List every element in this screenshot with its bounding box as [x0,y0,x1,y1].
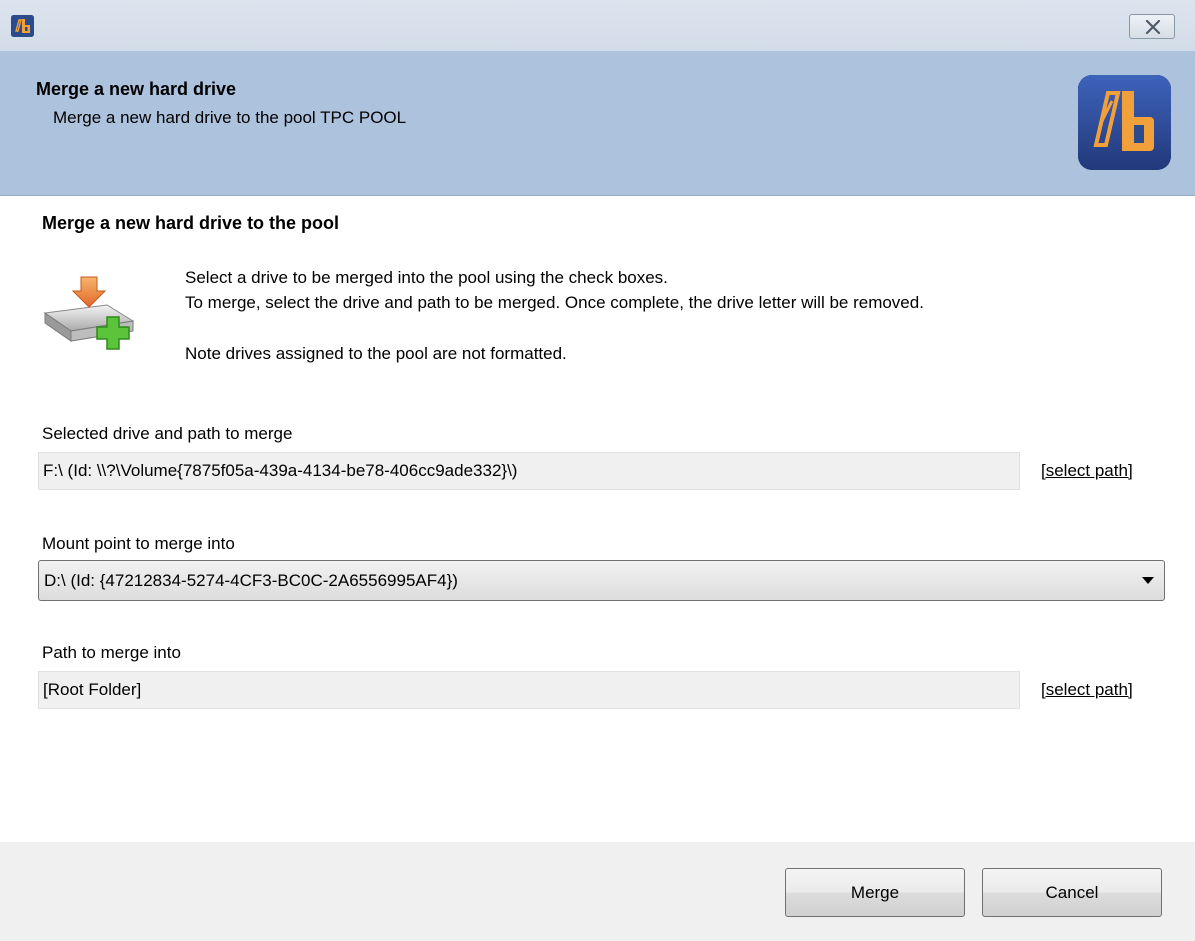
mount-point-label: Mount point to merge into [42,534,235,553]
merge-drive-dialog: Merge a new hard drive Merge a new hard … [0,0,1195,941]
selected-drive-label: Selected drive and path to merge [42,424,293,443]
select-path-link-target[interactable]: [select path] [1041,680,1133,700]
description: Select a drive to be merged into the poo… [185,265,924,366]
drivepool-logo-icon [1078,75,1171,170]
cancel-button[interactable]: Cancel [982,868,1162,917]
chevron-down-icon[interactable] [1142,577,1154,584]
merge-button[interactable]: Merge [785,868,965,917]
path-into-field[interactable]: [Root Folder] [38,671,1020,709]
description-line-2: To merge, select the drive and path to b… [185,293,924,312]
header-title: Merge a new hard drive [36,79,237,99]
select-path-link-source[interactable]: [select path] [1041,461,1133,481]
add-drive-icon [37,275,143,360]
section-title: Merge a new hard drive to the pool [42,213,340,233]
close-icon [1145,20,1161,34]
description-line-1: Select a drive to be merged into the poo… [185,268,668,287]
selected-drive-field[interactable]: F:\ (Id: \\?\Volume{7875f05a-439a-4134-b… [38,452,1020,490]
close-button[interactable] [1129,14,1175,39]
path-into-label: Path to merge into [42,643,181,662]
app-icon [11,15,34,37]
header-banner: Merge a new hard drive Merge a new hard … [0,51,1195,196]
mount-point-value: D:\ (Id: {47212834-5274-4CF3-BC0C-2A6556… [44,571,458,590]
title-bar[interactable] [0,0,1195,51]
mount-point-dropdown[interactable]: D:\ (Id: {47212834-5274-4CF3-BC0C-2A6556… [38,560,1165,601]
description-line-3: Note drives assigned to the pool are not… [185,344,567,363]
header-subtitle: Merge a new hard drive to the pool TPC P… [53,108,407,127]
